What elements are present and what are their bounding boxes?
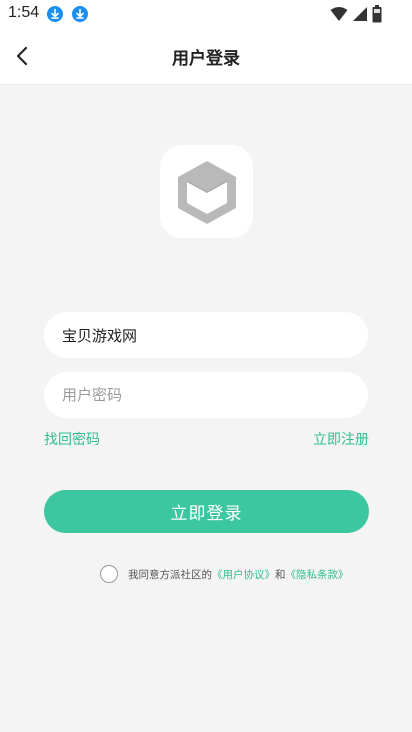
username-field[interactable] [44,312,368,358]
agreement-row: 我同意方派社区的 《用户协议》 和 《隐私条款》 [100,563,349,585]
app-header: 用户登录 [0,28,412,85]
register-link[interactable]: 立即注册 [313,429,369,449]
app-logo [160,145,253,238]
forgot-password-link[interactable]: 找回密码 [44,429,100,449]
status-time: 1:54 [8,4,40,21]
wifi-icon [330,6,348,26]
login-button[interactable]: 立即登录 [44,490,369,533]
download-icon [47,6,63,22]
username-input[interactable] [60,325,352,345]
status-bar: 1:54 [0,0,412,28]
password-input[interactable] [60,385,352,405]
download-icon [72,6,88,22]
password-field[interactable] [44,372,368,418]
privacy-policy-link[interactable]: 《隐私条款》 [286,567,349,582]
agreement-and: 和 [275,568,286,581]
agreement-checkbox[interactable] [100,565,118,583]
cube-logo-icon [177,160,236,224]
user-agreement-link[interactable]: 《用户协议》 [212,567,275,582]
signal-icon [352,6,368,26]
page-title: 用户登录 [172,49,240,69]
agreement-prefix: 我同意方派社区的 [128,568,212,581]
battery-icon [372,5,382,27]
